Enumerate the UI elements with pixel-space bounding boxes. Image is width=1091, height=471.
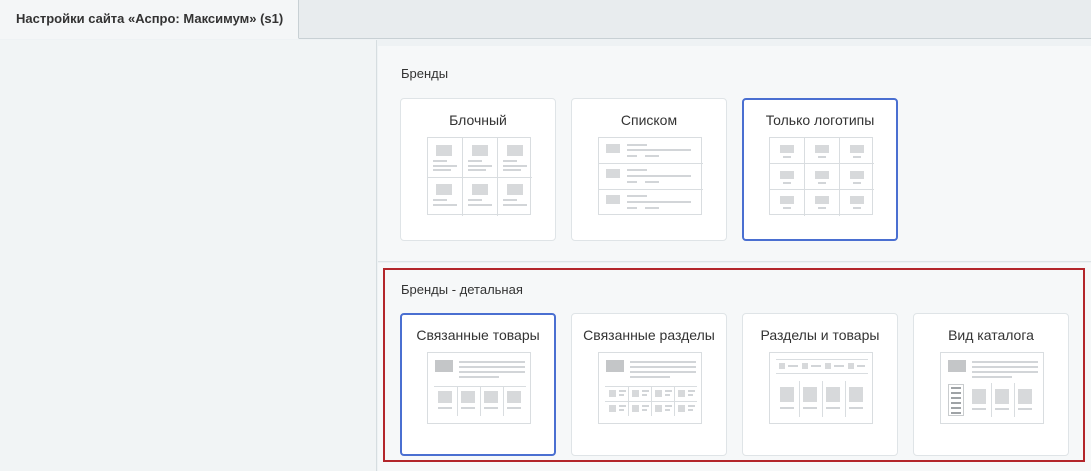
related-products-icon — [427, 352, 531, 424]
option-card-block[interactable]: Блочный — [400, 98, 556, 241]
section-title-brands: Бренды — [401, 66, 449, 81]
option-label: Блочный — [449, 112, 507, 128]
option-card-list[interactable]: Списком — [571, 98, 727, 241]
option-label: Связанные товары — [416, 327, 540, 343]
related-sections-icon — [598, 352, 702, 424]
list-rows-icon — [598, 137, 703, 215]
tab-bar: Настройки сайта «Аспро: Максимум» (s1) — [0, 0, 1091, 39]
tab-site-settings[interactable]: Настройки сайта «Аспро: Максимум» (s1) — [0, 0, 299, 39]
left-column — [0, 40, 377, 471]
option-card-related-sections[interactable]: Связанные разделы — [571, 313, 727, 456]
catalog-view-icon — [940, 352, 1044, 424]
option-card-logos-only[interactable]: Только логотипы — [742, 98, 898, 241]
option-label: Связанные разделы — [583, 327, 715, 343]
option-card-sections-and-products[interactable]: Разделы и товары — [742, 313, 898, 456]
option-label: Списком — [620, 112, 678, 128]
brands-detail-panel: Бренды - детальная Связанные товары Связ… — [378, 263, 1091, 471]
option-label: Разделы и товары — [760, 327, 880, 343]
logo-grid-icon — [769, 137, 874, 216]
option-card-related-products[interactable]: Связанные товары — [400, 313, 556, 456]
sections-and-products-icon — [769, 352, 873, 424]
filter-panel — [948, 384, 964, 416]
option-card-catalog-view[interactable]: Вид каталога — [913, 313, 1069, 456]
brands-panel: Бренды Блочный Списком Только логотипы — [378, 46, 1091, 262]
grid-3x2-icon — [427, 137, 532, 216]
option-label: Вид каталога — [948, 327, 1034, 343]
section-title-brands-detail: Бренды - детальная — [401, 282, 523, 297]
option-label: Только логотипы — [765, 112, 875, 128]
